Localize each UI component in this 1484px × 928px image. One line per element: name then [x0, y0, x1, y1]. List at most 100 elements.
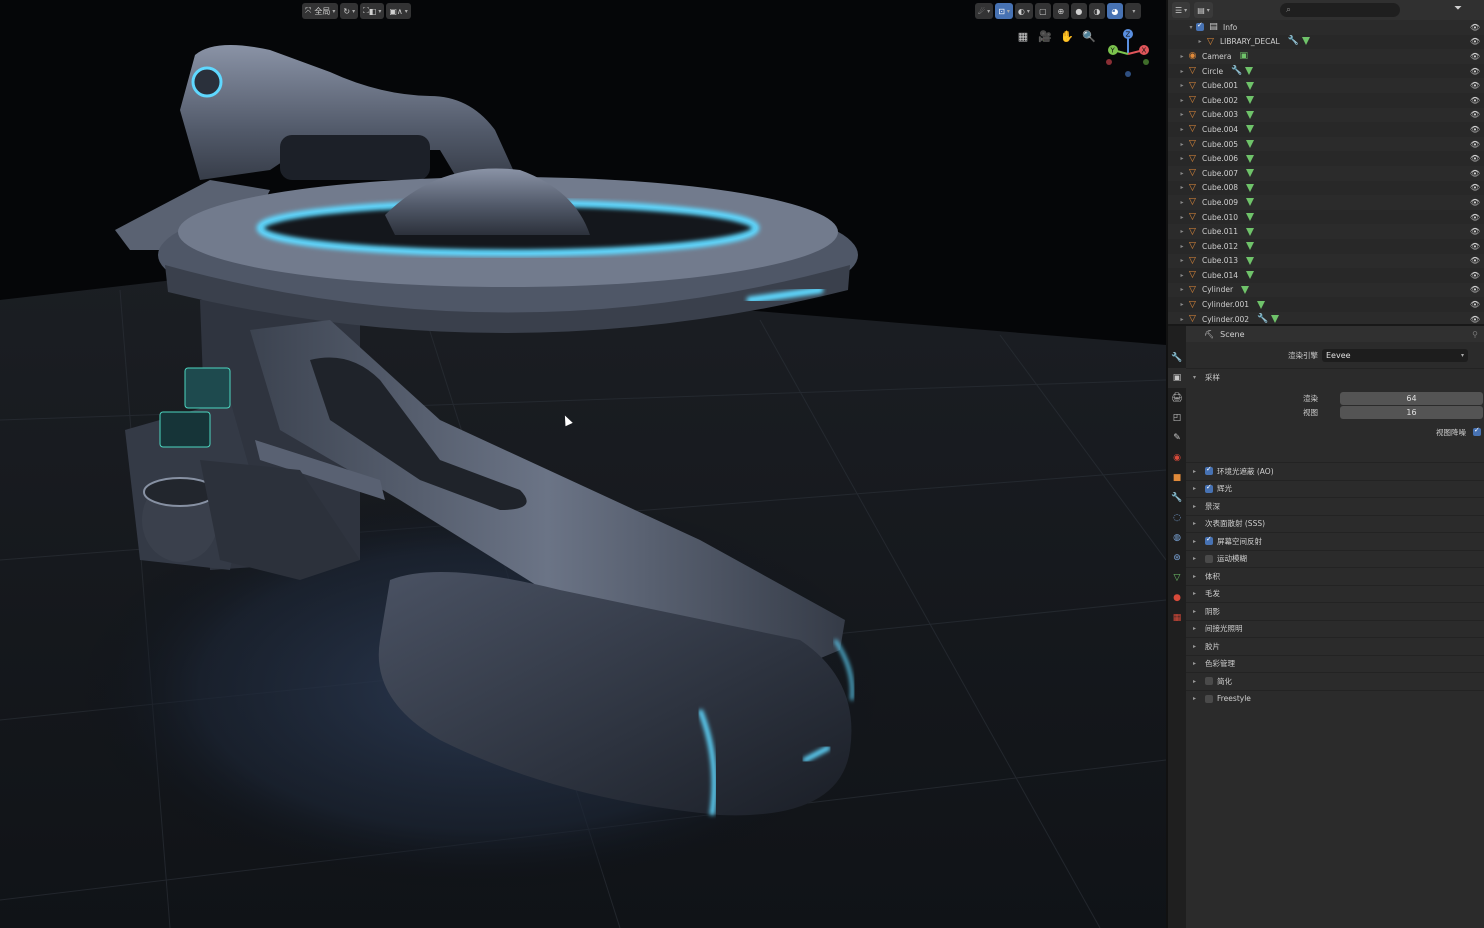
transform-orientation-dropdown[interactable]: ⤧ 全局 ▾: [302, 3, 339, 19]
disclosure-triangle-icon[interactable]: ▸: [1177, 111, 1187, 118]
outliner-row[interactable]: ▸ ▽ Cube.010 👁: [1168, 209, 1484, 225]
visibility-eye-icon[interactable]: 👁: [1470, 285, 1480, 294]
physics-tab-icon[interactable]: ◍: [1168, 528, 1186, 548]
viewport-samples-field[interactable]: 16: [1340, 405, 1483, 419]
panel-header-row[interactable]: ▸ 环境光遮蔽 (AO): [1186, 462, 1484, 479]
shading-wireframe-button[interactable]: ⊕: [1052, 3, 1069, 19]
particles-tab-icon[interactable]: ◌: [1168, 508, 1186, 528]
panel-enable-checkbox[interactable]: [1205, 554, 1213, 563]
visibility-eye-icon[interactable]: 👁: [1470, 37, 1480, 46]
visibility-eye-icon[interactable]: 👁: [1470, 213, 1480, 222]
display-mode-button[interactable]: ▤ ▾: [1194, 2, 1213, 18]
visibility-eye-icon[interactable]: 👁: [1470, 315, 1480, 324]
mesh-data-icon[interactable]: [1257, 300, 1266, 309]
view-layer-tab-icon[interactable]: ◰: [1168, 408, 1186, 428]
disclosure-triangle-icon[interactable]: ▸: [1177, 82, 1187, 89]
visibility-eye-icon[interactable]: 👁: [1470, 256, 1480, 265]
outliner-row[interactable]: ▸ ▽ Cube.005 👁: [1168, 136, 1484, 152]
mesh-data-icon[interactable]: [1246, 183, 1255, 192]
panel-header-row[interactable]: ▸ 阴影: [1186, 602, 1484, 619]
panel-enable-checkbox[interactable]: [1205, 465, 1213, 475]
visibility-eye-icon[interactable]: 👁: [1470, 154, 1480, 163]
visibility-eye-icon[interactable]: 👁: [1470, 183, 1480, 192]
visibility-eye-icon[interactable]: 👁: [1470, 271, 1480, 280]
panel-header-row[interactable]: ▸ 胶片: [1186, 637, 1484, 654]
data-tab-icon[interactable]: ▽: [1168, 568, 1186, 588]
shading-material-button[interactable]: ◑: [1088, 3, 1105, 19]
shading-rendered-button[interactable]: ◕: [1106, 3, 1123, 19]
modifiers-tab-icon[interactable]: 🔧: [1168, 488, 1186, 508]
mesh-data-icon[interactable]: [1246, 125, 1255, 134]
mesh-data-icon[interactable]: [1241, 285, 1250, 294]
visibility-eye-icon[interactable]: 👁: [1470, 110, 1480, 119]
disclosure-triangle-icon[interactable]: ▸: [1195, 38, 1205, 45]
panel-header-row[interactable]: ▸ 辉光: [1186, 479, 1484, 497]
panel-header-row[interactable]: ▸ 屏幕空间反射: [1186, 532, 1484, 549]
outliner-row[interactable]: ▸ ▽ Cylinder.002 🔧 👁: [1168, 311, 1484, 324]
3d-viewport[interactable]: ⤧ 全局 ▾ ↻ ▾ ⛶ ◧ ▾ ▣ ∧ ▾ ☄ ▾ ⊡ ▾ ◐ ▾ ▢ ⊕ ● ◑ ◕ ▾ ▦…: [0, 0, 1166, 928]
outliner-row[interactable]: ▸ ▽ Cube.007 👁: [1168, 165, 1484, 181]
material-tab-icon[interactable]: ●: [1168, 588, 1186, 608]
zoom-icon[interactable]: 🔍: [1081, 28, 1097, 44]
panel-header-row[interactable]: ▸ 次表面散射 (SSS): [1186, 514, 1484, 532]
outliner-row[interactable]: ▸ ▽ Cube.011 👁: [1168, 224, 1484, 239]
visibility-eye-icon[interactable]: 👁: [1470, 227, 1480, 236]
panel-header-row[interactable]: ▸ 运动模糊: [1186, 549, 1484, 567]
panel-header-row[interactable]: ▸ 间接光照明: [1186, 619, 1484, 637]
scene-tab-icon[interactable]: ✎: [1168, 428, 1186, 448]
disclosure-triangle-icon[interactable]: ▸: [1177, 170, 1187, 177]
mesh-data-icon[interactable]: [1246, 213, 1255, 222]
disclosure-triangle-icon[interactable]: ▸: [1177, 126, 1187, 133]
mesh-data-icon[interactable]: [1271, 314, 1280, 323]
outliner-row[interactable]: ▸ ▽ Cube.004 👁: [1168, 122, 1484, 137]
mesh-data-icon[interactable]: [1246, 242, 1255, 251]
modifier-wrench-icon[interactable]: 🔧: [1257, 314, 1268, 324]
panel-header-row[interactable]: ▸ 景深: [1186, 497, 1484, 514]
render-tab-icon[interactable]: ▣: [1168, 368, 1186, 388]
disclosure-triangle-icon[interactable]: ▾: [1186, 24, 1196, 31]
mesh-data-icon[interactable]: [1246, 96, 1255, 105]
modifier-wrench-icon[interactable]: 🔧: [1288, 37, 1299, 46]
disclosure-triangle-icon[interactable]: ▸: [1177, 316, 1187, 323]
visibility-button[interactable]: ☄ ▾: [975, 3, 994, 19]
mesh-data-icon[interactable]: [1246, 140, 1255, 149]
gizmo-toggle-button[interactable]: ⊡ ▾: [995, 3, 1013, 19]
panel-header-row[interactable]: ▸ 简化: [1186, 672, 1484, 689]
render-engine-dropdown[interactable]: Eevee ▾: [1322, 348, 1468, 362]
pivot-point-button[interactable]: ↻ ▾: [340, 3, 359, 19]
visibility-eye-icon[interactable]: 👁: [1470, 81, 1480, 90]
pin-icon[interactable]: ⚲: [1472, 330, 1478, 339]
outliner-row[interactable]: ▸ ▽ Cube.012 👁: [1168, 238, 1484, 254]
mesh-data-icon[interactable]: [1246, 81, 1255, 90]
pan-hand-icon[interactable]: ✋: [1059, 28, 1075, 44]
disclosure-triangle-icon[interactable]: ▸: [1177, 199, 1187, 206]
world-tab-icon[interactable]: ◉: [1168, 448, 1186, 468]
panel-enable-checkbox[interactable]: [1205, 483, 1213, 493]
panel-enable-checkbox[interactable]: [1205, 677, 1213, 685]
disclosure-triangle-icon[interactable]: ▸: [1177, 141, 1187, 148]
disclosure-triangle-icon[interactable]: ▸: [1177, 155, 1187, 162]
panel-header-row[interactable]: ▸ Freestyle: [1186, 689, 1484, 707]
panel-sampling[interactable]: ▾ 采样: [1186, 368, 1484, 385]
outliner-row[interactable]: ▸ ▽ Cube.008 👁: [1168, 180, 1484, 196]
mesh-data-icon[interactable]: [1245, 66, 1254, 75]
editor-type-button[interactable]: ☰ ▾: [1172, 2, 1191, 18]
proportional-edit-button[interactable]: ▣ ∧ ▾: [386, 3, 411, 19]
visibility-eye-icon[interactable]: 👁: [1470, 23, 1480, 32]
outliner-row[interactable]: ▸ ▽ Cube.006 👁: [1168, 151, 1484, 166]
mesh-data-icon[interactable]: [1246, 227, 1255, 236]
outliner-row[interactable]: ▸ ▽ Cylinder 👁: [1168, 282, 1484, 298]
mesh-data-icon[interactable]: [1246, 154, 1255, 163]
outliner-row[interactable]: ▸ ▽ Cube.003 👁: [1168, 107, 1484, 123]
texture-tab-icon[interactable]: ▦: [1168, 608, 1186, 628]
visibility-eye-icon[interactable]: 👁: [1470, 140, 1480, 149]
disclosure-triangle-icon[interactable]: ▸: [1177, 68, 1187, 75]
outliner-row[interactable]: ▾ ▤ Info 👁: [1168, 20, 1484, 35]
mesh-data-icon[interactable]: [1301, 37, 1310, 46]
collection-exclude-checkbox[interactable]: [1196, 21, 1204, 32]
outliner-row[interactable]: ▸ ◉ Camera ▣ 👁: [1168, 49, 1484, 64]
panel-enable-checkbox[interactable]: [1205, 535, 1213, 545]
visibility-eye-icon[interactable]: 👁: [1470, 96, 1480, 105]
disclosure-triangle-icon[interactable]: ▸: [1177, 184, 1187, 191]
shading-solid-button[interactable]: ●: [1070, 3, 1087, 19]
